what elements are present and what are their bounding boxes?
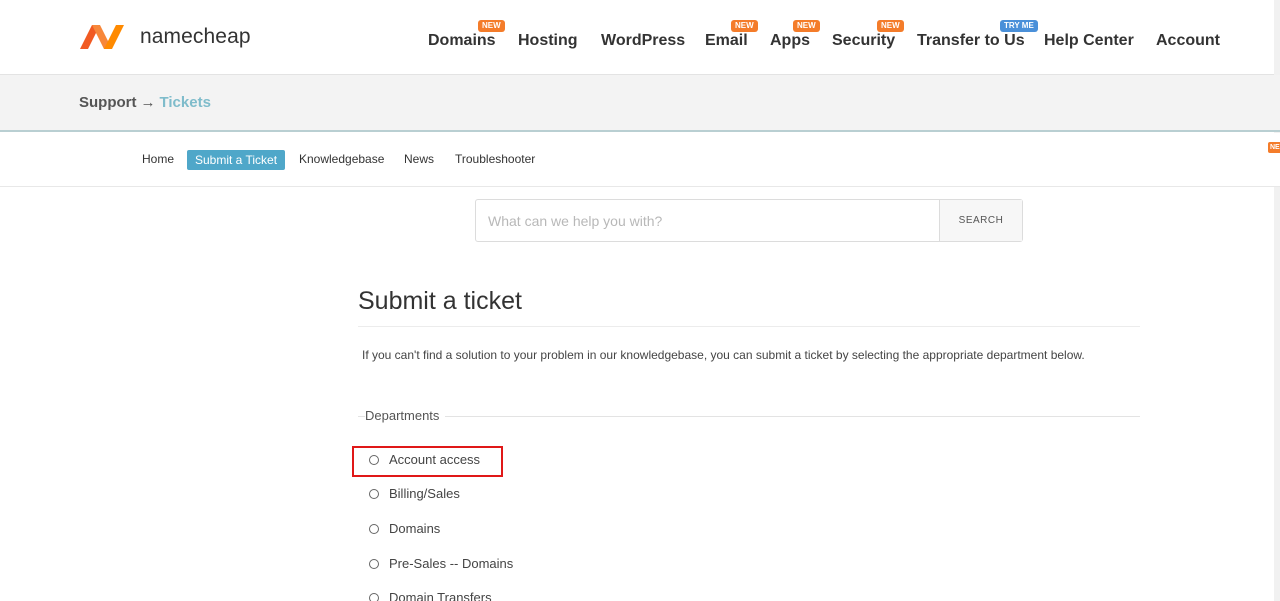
support-subnav: Home Submit a Ticket Knowledgebase News … [0, 133, 1280, 187]
department-label: Account access [389, 452, 481, 467]
department-option-domain-transfers[interactable]: Domain Transfers [369, 590, 492, 601]
breadcrumb-bar: Support → Tickets [0, 75, 1280, 132]
breadcrumb-arrow: → [140, 94, 156, 111]
nav-item-transfer-to-us[interactable]: Transfer to Us [917, 32, 1025, 50]
nav-item-domains[interactable]: Domains [428, 32, 496, 50]
departments-label: Departments [365, 408, 446, 423]
subnav-news[interactable]: News [404, 152, 434, 166]
nav-badge-email: NEW [731, 20, 758, 32]
breadcrumb: Support → Tickets [79, 94, 211, 111]
departments-divider [358, 416, 1140, 417]
subnav-home[interactable]: Home [142, 152, 174, 166]
subnav-knowledgebase[interactable]: Knowledgebase [299, 152, 384, 166]
nav-item-security[interactable]: Security [832, 32, 895, 50]
nav-badge-security: NEW [877, 20, 904, 32]
nav-item-account[interactable]: Account [1156, 32, 1220, 50]
breadcrumb-support[interactable]: Support [79, 94, 137, 111]
nav-badge-transfer: TRY ME [1000, 20, 1038, 32]
subnav-submit-ticket[interactable]: Submit a Ticket [187, 150, 286, 170]
nav-item-wordpress[interactable]: WordPress [601, 32, 685, 50]
nav-item-email[interactable]: Email [705, 32, 748, 50]
department-option-domains[interactable]: Domains [369, 521, 440, 536]
department-label: Domain Transfers [389, 590, 492, 601]
main-nav: NEW Domains Hosting WordPress NEW Email … [0, 0, 1280, 75]
radio-button[interactable] [369, 592, 379, 601]
edge-new-badge: NE [1268, 142, 1280, 153]
subnav-troubleshooter[interactable]: Troubleshooter [455, 152, 535, 166]
nav-item-apps[interactable]: Apps [770, 32, 810, 50]
breadcrumb-tickets[interactable]: Tickets [160, 94, 211, 111]
search-bar: SEARCH [475, 199, 1023, 242]
department-option-pre-sales-domains[interactable]: Pre-Sales -- Domains [369, 556, 513, 571]
search-input[interactable] [476, 200, 939, 241]
radio-button[interactable] [369, 523, 379, 534]
department-label: Pre-Sales -- Domains [389, 556, 514, 571]
nav-item-hosting[interactable]: Hosting [518, 32, 578, 50]
radio-button[interactable] [369, 454, 379, 465]
nav-item-help-center[interactable]: Help Center [1044, 32, 1134, 50]
department-option-account-access[interactable]: Account access [369, 452, 480, 467]
radio-button[interactable] [369, 558, 379, 569]
search-button[interactable]: SEARCH [939, 200, 1022, 241]
page-title: Submit a ticket [358, 287, 522, 315]
department-label: Domains [389, 521, 441, 536]
department-label: Billing/Sales [389, 486, 460, 501]
nav-badge-domains: NEW [478, 20, 505, 32]
title-divider [358, 326, 1140, 327]
nav-badge-apps: NEW [793, 20, 820, 32]
site-header: namecheap NEW Domains Hosting WordPress … [0, 0, 1280, 75]
intro-text: If you can't find a solution to your pro… [362, 348, 1085, 362]
radio-button[interactable] [369, 488, 379, 499]
department-option-billing-sales[interactable]: Billing/Sales [369, 486, 460, 501]
